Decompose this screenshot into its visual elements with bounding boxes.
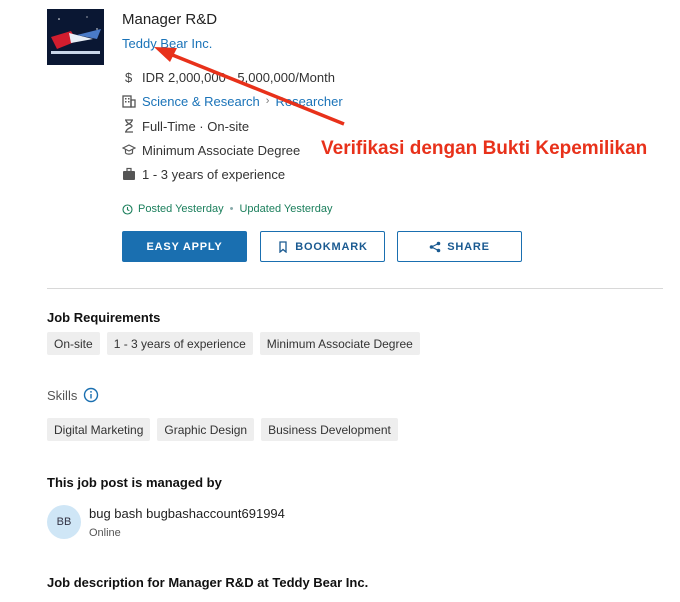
clock-icon: [122, 203, 133, 215]
share-button[interactable]: SHARE: [397, 231, 522, 262]
salary-row: $ IDR 2,000,000 - 5,000,000/Month: [122, 68, 335, 86]
dollar-icon: $: [122, 70, 136, 84]
posted-info: Posted Yesterday • Updated Yesterday: [122, 203, 332, 215]
job-title: Manager R&D: [122, 11, 218, 28]
svg-text:$: $: [125, 70, 133, 84]
chevron-right-icon: ›: [265, 95, 270, 107]
skills-chips: Digital Marketing Graphic Design Busines…: [47, 418, 398, 441]
share-icon: [429, 241, 441, 253]
education-row: Minimum Associate Degree: [122, 141, 300, 159]
posted-text: Posted Yesterday: [138, 203, 224, 215]
separator-dot: •: [229, 203, 234, 215]
requirement-chip: 1 - 3 years of experience: [106, 332, 253, 355]
subcategory-link[interactable]: Researcher: [275, 94, 342, 109]
skills-heading-row: Skills: [47, 387, 99, 403]
skills-heading: Skills: [47, 387, 78, 403]
skill-chip: Business Development: [261, 418, 398, 441]
briefcase-icon: [122, 167, 136, 181]
job-description-heading: Job description for Manager R&D at Teddy…: [47, 575, 369, 590]
category-row: Science & Research › Researcher: [122, 92, 343, 110]
requirement-chip: Minimum Associate Degree: [259, 332, 420, 355]
hourglass-icon: [122, 119, 136, 133]
easy-apply-button[interactable]: EASY APPLY: [122, 231, 247, 262]
experience-row: 1 - 3 years of experience: [122, 165, 285, 183]
company-link[interactable]: Teddy Bear Inc.: [122, 36, 212, 51]
bookmark-label: BOOKMARK: [295, 240, 368, 253]
skill-chip: Digital Marketing: [47, 418, 151, 441]
experience-text: 1 - 3 years of experience: [142, 166, 286, 182]
requirement-chip: On-site: [47, 332, 100, 355]
graduation-cap-icon: [122, 143, 136, 157]
category-link[interactable]: Science & Research: [142, 94, 260, 109]
manager-name[interactable]: bug bash bugbashaccount691994: [89, 506, 285, 521]
employment-text: Full-Time · On-site: [142, 118, 250, 134]
updated-text: Updated Yesterday: [239, 203, 333, 215]
requirements-chips: On-site 1 - 3 years of experience Minimu…: [47, 332, 420, 355]
company-logo[interactable]: [47, 9, 104, 65]
salary-text: IDR 2,000,000 - 5,000,000/Month: [142, 69, 335, 85]
share-label: SHARE: [447, 240, 490, 253]
skill-chip: Graphic Design: [157, 418, 255, 441]
manager-status: Online: [89, 527, 121, 539]
annotation-text: Verifikasi dengan Bukti Kepemilikan: [321, 138, 648, 159]
education-text: Minimum Associate Degree: [142, 142, 301, 158]
easy-apply-label: EASY APPLY: [146, 240, 223, 253]
managed-by-heading: This job post is managed by: [47, 475, 222, 490]
info-icon[interactable]: [83, 387, 99, 403]
section-divider: [47, 288, 663, 289]
bookmark-button[interactable]: BOOKMARK: [260, 231, 385, 262]
avatar[interactable]: BB: [47, 505, 81, 539]
requirements-heading: Job Requirements: [47, 310, 161, 325]
bookmark-icon: [277, 240, 289, 253]
building-icon: [122, 94, 136, 108]
employment-row: Full-Time · On-site: [122, 117, 249, 135]
